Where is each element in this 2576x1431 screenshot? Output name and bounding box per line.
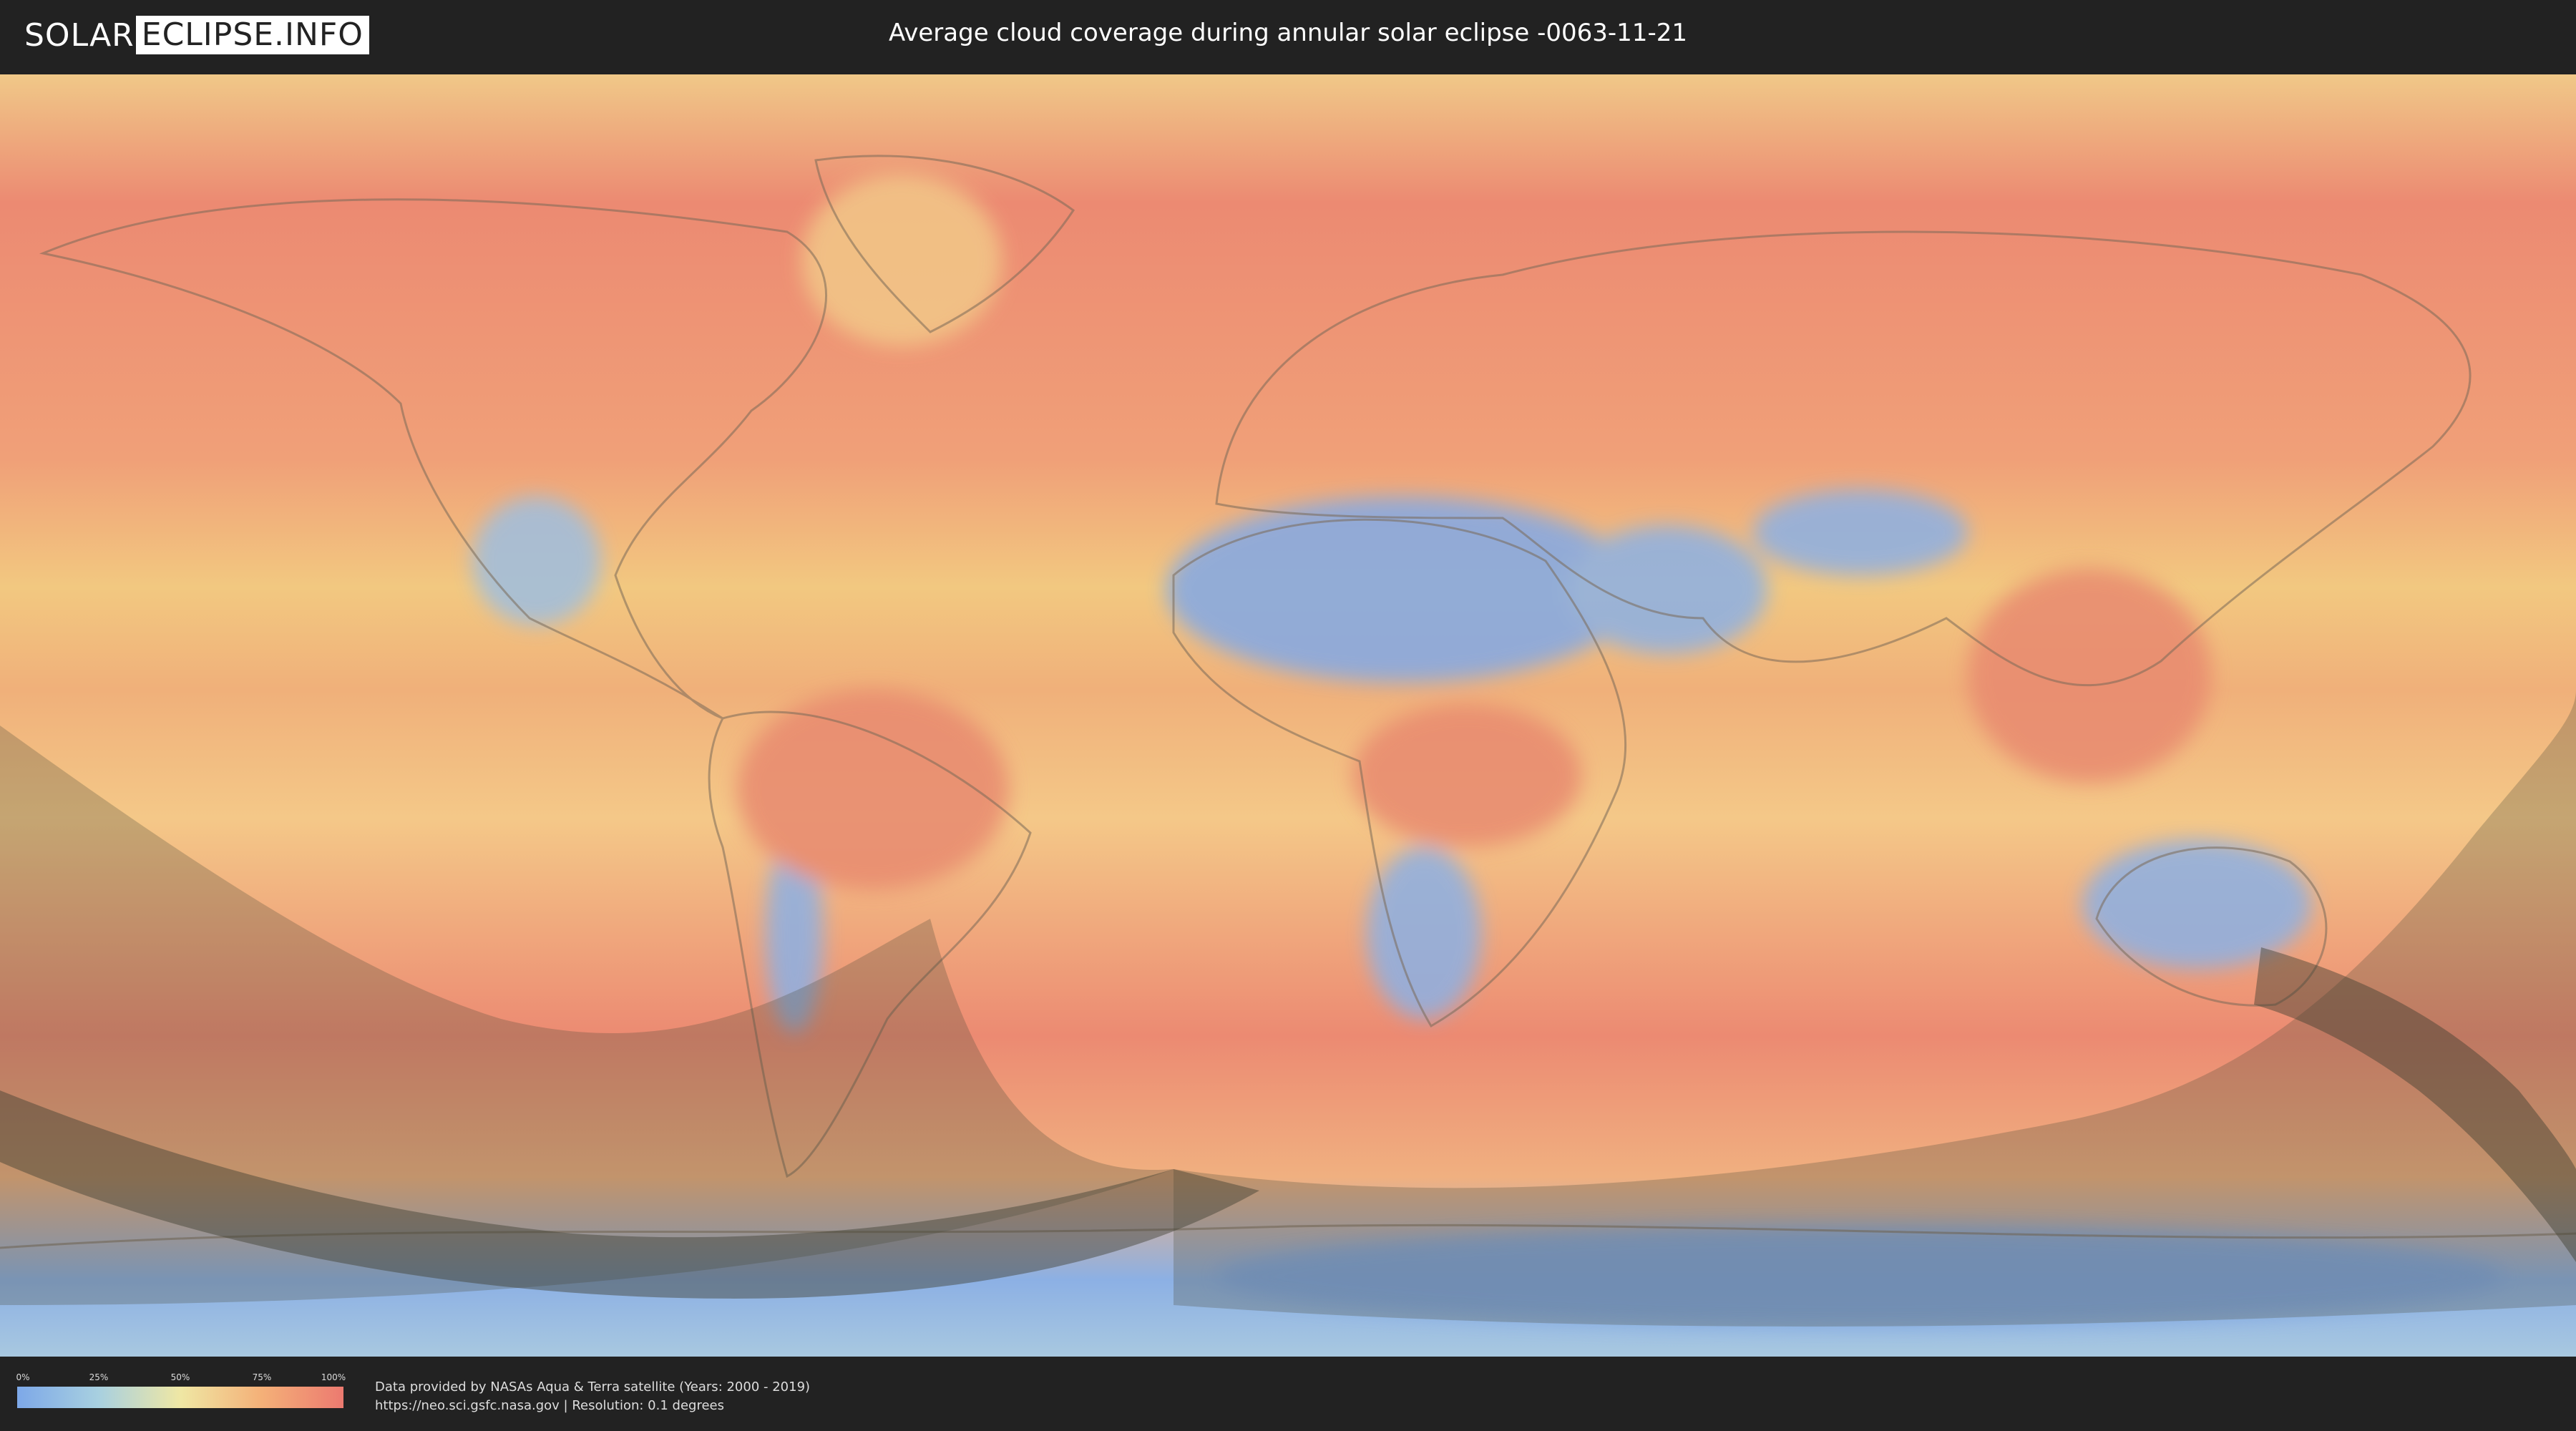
header-bar: SOLAR ECLIPSE.INFO Average cloud coverag… xyxy=(0,0,2576,72)
credits-line-url[interactable]: https://neo.sci.gsfc.nasa.gov | Resoluti… xyxy=(375,1397,810,1415)
greenland-area xyxy=(801,175,1002,346)
southeast-asia-cloudy xyxy=(1968,568,2211,783)
legend-tick-0: 0% xyxy=(16,1372,30,1382)
legend-tick-75: 75% xyxy=(252,1372,272,1382)
mexico-clear xyxy=(472,497,601,625)
legend-tick-100: 100% xyxy=(321,1372,346,1382)
south-africa-clear xyxy=(1367,847,1481,1019)
amazon-cloudy xyxy=(737,690,1009,890)
footer-bar: 0% 25% 50% 75% 100% Data provided by NAS… xyxy=(0,1357,2576,1431)
legend-ticks: 0% 25% 50% 75% 100% xyxy=(16,1372,346,1384)
arabia-clear xyxy=(1567,525,1767,654)
congo-cloudy xyxy=(1352,704,1581,847)
legend-tick-50: 50% xyxy=(170,1372,190,1382)
legend-tick-25: 25% xyxy=(89,1372,109,1382)
credits-line-source: Data provided by NASAs Aqua & Terra sate… xyxy=(375,1379,811,1395)
australia-clear xyxy=(2082,840,2311,969)
central-asia-clear xyxy=(1753,489,1968,575)
legend-gradient-bar xyxy=(17,1387,343,1408)
page-title: Average cloud coverage during annular so… xyxy=(889,19,1687,47)
data-credits: Data provided by NASAs Aqua & Terra sate… xyxy=(375,1378,810,1415)
cloud-coverage-legend: 0% 25% 50% 75% 100% xyxy=(16,1372,346,1408)
cloud-coverage-map xyxy=(0,74,2576,1357)
